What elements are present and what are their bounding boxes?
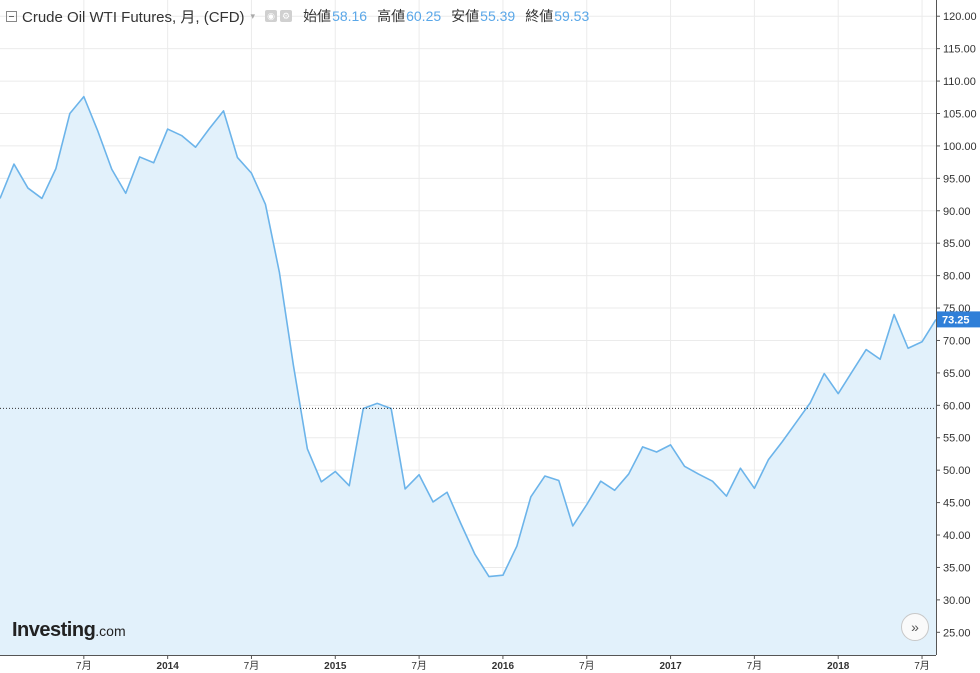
- x-tick-label: 7月: [244, 660, 260, 672]
- y-tick-label: 40.00: [943, 530, 971, 542]
- y-tick-label: 90.00: [943, 206, 971, 218]
- y-tick-label: 25.00: [943, 627, 971, 639]
- ohlc-high: 高値60.25: [377, 8, 442, 24]
- y-tick-label: 30.00: [943, 595, 971, 607]
- x-tick-label: 7月: [914, 660, 930, 672]
- y-tick-label: 95.00: [943, 173, 971, 185]
- last-price-label: 73.25: [942, 314, 970, 326]
- y-tick-label: 115.00: [943, 44, 976, 56]
- ohlc-open: 始値58.16: [303, 8, 368, 24]
- x-tick-label: 7月: [76, 660, 92, 672]
- ohlc-values: 始値58.16 高値60.25 安値55.39 終値59.53: [303, 6, 589, 26]
- x-tick-label: 2014: [157, 661, 180, 672]
- x-tick-label: 2017: [659, 661, 682, 672]
- x-tick-label: 7月: [579, 660, 595, 672]
- series-area: [0, 96, 936, 655]
- x-tick-label: 7月: [747, 660, 763, 672]
- chart-header: Crude Oil WTI Futures, 月, (CFD) ▾ ◉ ⚙ 始値…: [6, 6, 589, 26]
- last-price-tag: 73.25: [937, 311, 980, 328]
- y-tick-label: 85.00: [943, 238, 971, 250]
- scroll-forward-button[interactable]: »: [901, 613, 929, 641]
- y-tick-label: 105.00: [943, 108, 977, 120]
- y-tick-label: 120.00: [943, 11, 977, 23]
- y-tick-label: 65.00: [943, 368, 971, 380]
- x-tick-label: 2016: [492, 661, 515, 672]
- investing-logo[interactable]: Investing.com: [12, 619, 126, 642]
- symbol-title[interactable]: Crude Oil WTI Futures, 月, (CFD): [22, 6, 245, 27]
- x-tick-label: 2018: [827, 661, 850, 672]
- y-tick-label: 45.00: [943, 498, 971, 510]
- y-tick-label: 60.00: [943, 400, 971, 412]
- y-tick-label: 50.00: [943, 465, 971, 477]
- y-tick-label: 100.00: [943, 141, 977, 153]
- ohlc-low: 安値55.39: [451, 8, 516, 24]
- y-tick-label: 35.00: [943, 562, 971, 574]
- y-tick-label: 80.00: [943, 271, 971, 283]
- y-tick-label: 70.00: [943, 335, 971, 347]
- collapse-icon[interactable]: [6, 10, 17, 22]
- settings-icon[interactable]: ⚙: [280, 10, 293, 22]
- chevron-down-icon[interactable]: ▾: [251, 11, 256, 22]
- x-tick-label: 7月: [411, 660, 427, 672]
- x-tick-label: 2015: [324, 661, 347, 672]
- y-tick-label: 110.00: [943, 76, 976, 88]
- price-chart[interactable]: 25.00 30.00 35.00 40.00 45.00 50.00 55.00 60.00…: [0, 0, 980, 673]
- y-tick-label: 55.00: [943, 433, 971, 445]
- ohlc-close: 終値59.53: [525, 8, 590, 24]
- eye-icon[interactable]: ◉: [265, 10, 278, 22]
- double-chevron-right-icon: »: [911, 619, 919, 635]
